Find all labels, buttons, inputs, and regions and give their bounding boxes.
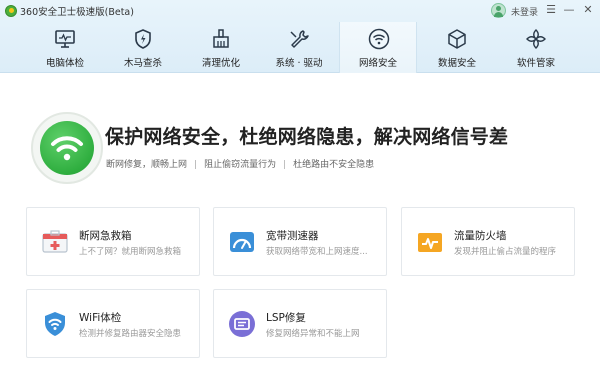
- traffic-firewall-icon: [418, 233, 442, 252]
- wifi-icon: [51, 136, 83, 161]
- nav-item-label: 数据安全: [437, 58, 476, 69]
- nav-item-label: 软件管家: [516, 58, 555, 69]
- nav-item-software-manager[interactable]: 软件管家: [497, 22, 575, 73]
- nav-item-data-security[interactable]: 数据安全: [418, 22, 496, 73]
- menu-icon[interactable]: ☰: [543, 2, 559, 18]
- wrench-icon: [290, 30, 309, 48]
- hero-feature-list: 断网修复，顺畅上网 | 阻止偷窃流量行为 | 杜绝路由不安全隐患: [106, 157, 374, 170]
- app-title: 360安全卫士极速版(Beta): [20, 7, 134, 18]
- nav-item-network-security[interactable]: 网络安全: [339, 22, 417, 73]
- hero-feature: 阻止偷窃流量行为: [204, 160, 277, 170]
- page-title: 保护网络安全，杜绝网络隐患，解决网络信号差: [105, 126, 509, 148]
- tool-card-desc: 发现并阻止偷占流量的程序: [454, 247, 557, 257]
- nav-item-label: 电脑体检: [45, 58, 84, 69]
- hero-feature: 杜绝路由不安全隐患: [293, 160, 375, 170]
- tool-card-lsp-repair[interactable]: LSP修复 修复网络异常和不能上网: [213, 289, 387, 358]
- nav-item-label: 清理优化: [201, 58, 240, 69]
- tool-card-title: LSP修复: [266, 312, 306, 324]
- tool-card-traffic-firewall[interactable]: 流量防火墙 发现并阻止偷占流量的程序: [401, 207, 575, 276]
- tool-card-desc: 检测并修复路由器安全隐患: [79, 329, 182, 339]
- nav-item-cleanup[interactable]: 清理优化: [182, 22, 260, 73]
- speedometer-icon: [230, 232, 254, 252]
- tool-card-wifi-check[interactable]: WiFi体检 检测并修复路由器安全隐患: [26, 289, 200, 358]
- title-bar: 360安全卫士极速版(Beta) 未登录 ☰ — ✕: [0, 0, 600, 22]
- tool-card-network-first-aid[interactable]: 断网急救箱 上不了网？就用断网急救箱: [26, 207, 200, 276]
- first-aid-kit-icon: [42, 230, 68, 253]
- nav-item-label: 系统 · 驱动: [275, 58, 323, 69]
- minimize-icon[interactable]: —: [561, 2, 577, 18]
- tool-card-desc: 上不了网？就用断网急救箱: [79, 247, 182, 257]
- wifi-icon: [368, 28, 390, 50]
- login-link[interactable]: 未登录: [511, 5, 538, 18]
- nav-item-trojan-scan[interactable]: 木马查杀: [104, 22, 182, 73]
- tool-card-desc: 修复网络异常和不能上网: [266, 329, 360, 339]
- user-avatar-icon[interactable]: [491, 3, 506, 18]
- tool-card-title: 宽带测速器: [266, 230, 319, 242]
- tool-card-title: 流量防火墙: [454, 230, 507, 242]
- app-logo-icon: [5, 5, 17, 17]
- monitor-icon: [55, 30, 75, 48]
- close-icon[interactable]: ✕: [580, 2, 596, 18]
- nav-item-checkup[interactable]: 电脑体检: [26, 22, 104, 73]
- wifi-shield-icon: [45, 312, 65, 336]
- top-header: 360安全卫士极速版(Beta) 未登录 ☰ — ✕ 电脑体检 木马查杀 清理优…: [0, 0, 600, 73]
- tool-card-speed-test[interactable]: 宽带测速器 获取网络带宽和上网速度...: [213, 207, 387, 276]
- shield-bolt-icon: [135, 29, 151, 49]
- broom-icon: [213, 29, 229, 48]
- separator: |: [283, 160, 287, 170]
- tool-card-title: WiFi体检: [79, 312, 122, 324]
- main-nav: 电脑体检 木马查杀 清理优化 系统 · 驱动 网络安全 数据安全 软件管家: [0, 22, 600, 73]
- nav-item-system-driver[interactable]: 系统 · 驱动: [260, 22, 338, 73]
- separator: |: [194, 160, 198, 170]
- hero-feature: 断网修复，顺畅上网: [106, 160, 188, 170]
- tool-card-desc: 获取网络带宽和上网速度...: [266, 247, 368, 257]
- apps-icon: [526, 29, 546, 49]
- nav-item-label: 木马查杀: [123, 58, 162, 69]
- tool-card-title: 断网急救箱: [79, 230, 132, 242]
- cube-icon: [448, 29, 466, 49]
- nav-item-label: 网络安全: [358, 58, 397, 69]
- lsp-repair-icon: [229, 311, 255, 337]
